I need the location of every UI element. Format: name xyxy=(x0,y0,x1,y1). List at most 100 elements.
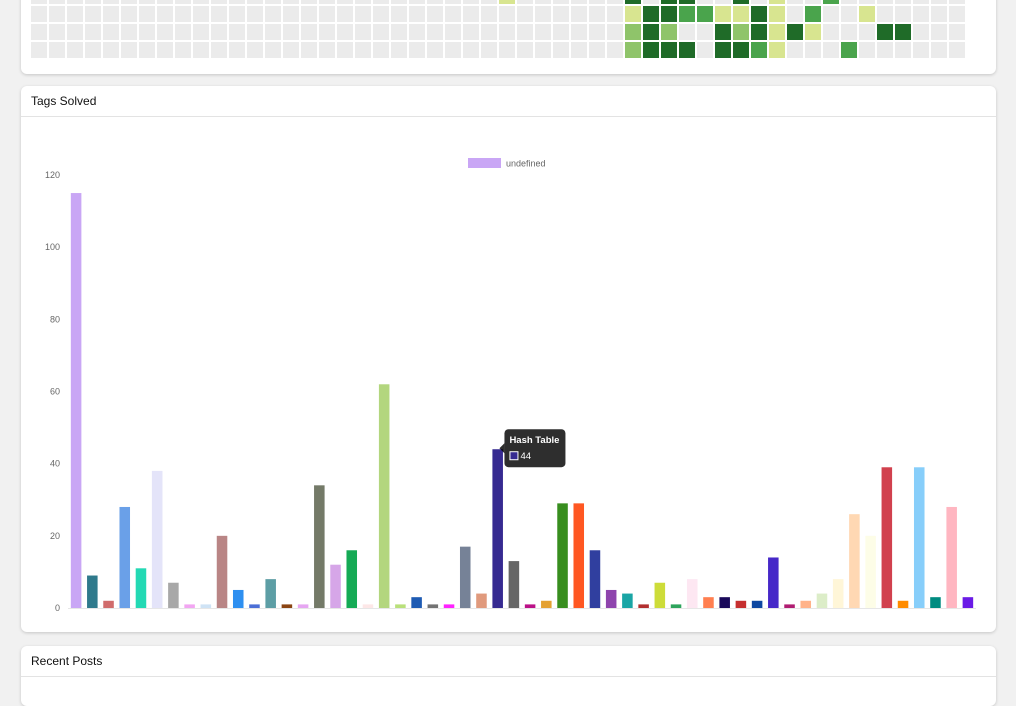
heatmap-cell xyxy=(733,42,749,58)
heatmap-cell xyxy=(373,6,389,22)
tooltip-title: Hash Table xyxy=(509,435,559,446)
heatmap-cell xyxy=(769,6,785,22)
heatmap-cell xyxy=(931,6,947,22)
bar[interactable] xyxy=(605,589,617,608)
bar[interactable] xyxy=(768,557,779,608)
bar[interactable] xyxy=(670,604,682,608)
heatmap-cell xyxy=(841,24,857,40)
bar[interactable] xyxy=(443,604,455,608)
bar[interactable] xyxy=(849,514,860,608)
bar[interactable] xyxy=(103,600,114,608)
bar[interactable] xyxy=(330,564,341,608)
bar[interactable] xyxy=(249,604,260,608)
bar[interactable] xyxy=(962,597,974,608)
bar[interactable] xyxy=(151,470,163,608)
heatmap-cell xyxy=(877,0,893,4)
bar[interactable] xyxy=(881,467,893,608)
heatmap-cell xyxy=(643,0,659,4)
bar[interactable] xyxy=(232,589,244,608)
bar[interactable] xyxy=(589,550,601,608)
bar[interactable] xyxy=(686,579,698,608)
heatmap-cell xyxy=(103,42,119,58)
heatmap-cell xyxy=(805,0,821,4)
heatmap-cell xyxy=(679,42,695,58)
bar[interactable] xyxy=(200,604,212,608)
bar[interactable] xyxy=(184,604,195,608)
bar[interactable] xyxy=(654,582,666,608)
bar[interactable] xyxy=(719,597,730,608)
bar[interactable] xyxy=(281,604,293,608)
bar[interactable] xyxy=(411,597,422,608)
bar[interactable] xyxy=(751,600,763,608)
bar[interactable] xyxy=(524,604,536,608)
bar[interactable] xyxy=(930,597,941,608)
bar[interactable] xyxy=(913,467,925,608)
heatmap-cell xyxy=(427,6,443,22)
bar[interactable] xyxy=(395,604,406,608)
bar[interactable] xyxy=(135,568,147,608)
y-tick-label: 60 xyxy=(50,387,60,397)
heatmap-cell xyxy=(229,0,245,4)
heatmap-cell xyxy=(751,24,767,40)
bar[interactable] xyxy=(346,550,358,608)
bar[interactable] xyxy=(638,604,649,608)
heatmap-cell xyxy=(823,24,839,40)
heatmap-cell xyxy=(607,42,623,58)
tags-solved-chart: undefined 0 20 40 60 80 100 120 Hash Table 44 xyxy=(45,158,976,613)
bar[interactable] xyxy=(897,600,909,608)
heatmap-cell xyxy=(265,6,281,22)
heatmap-cell xyxy=(553,24,569,40)
heatmap-cell xyxy=(445,24,461,40)
heatmap-cell xyxy=(625,24,641,40)
bar[interactable] xyxy=(378,384,390,608)
bar[interactable] xyxy=(541,600,552,608)
bar[interactable] xyxy=(297,604,309,608)
heatmap-cell xyxy=(301,24,317,40)
heatmap-cell xyxy=(751,6,767,22)
bar[interactable] xyxy=(265,579,276,608)
bar[interactable] xyxy=(557,503,568,608)
heatmap-cell xyxy=(67,6,83,22)
heatmap-cell xyxy=(859,0,875,4)
heatmap-cell xyxy=(121,24,137,40)
heatmap-cell xyxy=(553,42,569,58)
bar[interactable] xyxy=(362,604,374,608)
bar[interactable] xyxy=(119,506,131,608)
heatmap-cell xyxy=(445,42,461,58)
bar[interactable] xyxy=(735,600,747,608)
bar[interactable] xyxy=(314,485,325,608)
heatmap-cell xyxy=(247,0,263,4)
bar[interactable] xyxy=(703,597,714,608)
bar[interactable] xyxy=(70,193,82,608)
bar[interactable] xyxy=(508,561,520,608)
bar[interactable] xyxy=(87,575,98,608)
heatmap-cell xyxy=(607,6,623,22)
heatmap-cell xyxy=(157,6,173,22)
bar[interactable] xyxy=(168,582,179,608)
heatmap-cell xyxy=(931,24,947,40)
heatmap-cell xyxy=(265,24,281,40)
bar[interactable] xyxy=(816,593,828,608)
bar[interactable] xyxy=(946,506,957,608)
heatmap-cell xyxy=(715,0,731,4)
heatmap-cell xyxy=(427,24,443,40)
bar[interactable] xyxy=(573,503,585,608)
bar[interactable] xyxy=(800,600,812,608)
bar[interactable] xyxy=(492,449,503,608)
heatmap-cell xyxy=(535,24,551,40)
heatmap-cell xyxy=(859,24,875,40)
heatmap-cell xyxy=(787,6,803,22)
bar[interactable] xyxy=(459,546,471,608)
heatmap-cell xyxy=(193,0,209,4)
heatmap-cell xyxy=(517,42,533,58)
heatmap-cell xyxy=(481,24,497,40)
bar[interactable] xyxy=(427,604,439,608)
bar[interactable] xyxy=(832,579,844,608)
bar[interactable] xyxy=(476,593,487,608)
bar[interactable] xyxy=(216,535,228,608)
bar[interactable] xyxy=(865,535,876,608)
heatmap-cell xyxy=(607,24,623,40)
bar[interactable] xyxy=(784,604,795,608)
heatmap-cell xyxy=(895,0,911,4)
bar[interactable] xyxy=(622,593,633,608)
